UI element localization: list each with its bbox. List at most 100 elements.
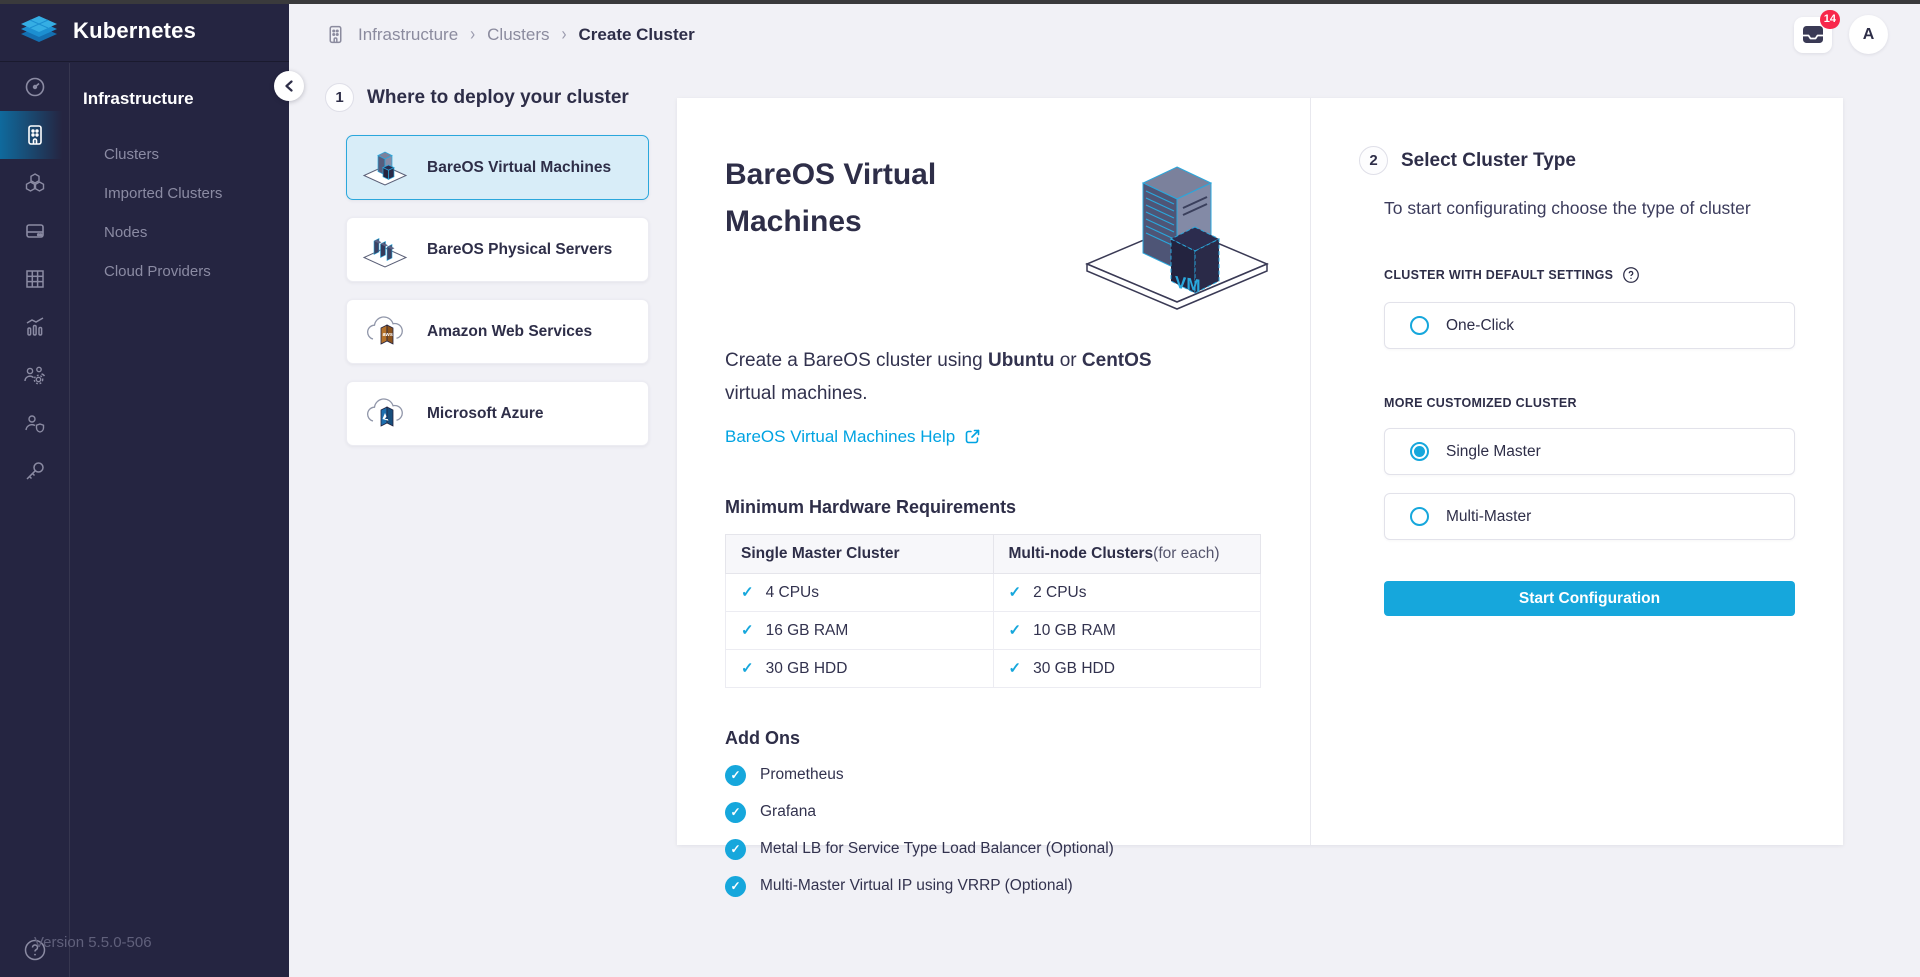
user-shield-icon: [22, 411, 48, 435]
step2-number: 2: [1359, 146, 1388, 175]
hardware-requirements-title: Minimum Hardware Requirements: [725, 497, 1310, 518]
addon-grafana: ✓ Grafana: [725, 802, 1310, 823]
app-title: Kubernetes: [73, 18, 196, 44]
provider-help-link[interactable]: BareOS Virtual Machines Help: [725, 427, 1310, 447]
bareos-physical-icon: [361, 229, 409, 271]
breadcrumb: Infrastructure › Clusters › Create Clust…: [325, 24, 695, 45]
step2-title: Select Cluster Type: [1401, 150, 1576, 172]
external-link-icon: [964, 428, 981, 445]
icon-rail: [0, 63, 70, 977]
step1-header: 1 Where to deploy your cluster: [325, 83, 655, 112]
inbox-icon: [1802, 25, 1824, 44]
rail-item-storage[interactable]: [0, 207, 69, 255]
table-header-single-master: Single Master Cluster: [726, 534, 994, 573]
gauge-icon: [23, 75, 47, 99]
sidebar-item-cloud-providers[interactable]: Cloud Providers: [83, 252, 289, 291]
addons-title: Add Ons: [725, 728, 1310, 749]
drive-icon: [23, 219, 47, 243]
building-icon: [23, 123, 47, 147]
submenu-title: Infrastructure: [83, 89, 289, 109]
default-settings-label: CLUSTER WITH DEFAULT SETTINGS: [1384, 266, 1843, 284]
chevron-right-icon: ›: [470, 24, 475, 44]
rail-item-dashboard[interactable]: [0, 63, 69, 111]
breadcrumb-clusters[interactable]: Clusters: [487, 25, 549, 45]
check-icon: ✓: [1009, 660, 1022, 677]
step2-header: 2 Select Cluster Type: [1359, 146, 1843, 175]
hardware-requirements-table: Single Master Cluster Multi-node Cluster…: [725, 534, 1261, 688]
rail-item-users[interactable]: [0, 399, 69, 447]
avatar[interactable]: A: [1849, 15, 1888, 54]
option-microsoft-azure[interactable]: Microsoft Azure: [346, 381, 649, 446]
option-label: Microsoft Azure: [427, 405, 544, 423]
breadcrumb-infrastructure[interactable]: Infrastructure: [358, 25, 458, 45]
check-icon: ✓: [1009, 584, 1022, 601]
version-label: Version 5.5.0-506: [34, 934, 152, 951]
sidebar-item-nodes[interactable]: Nodes: [83, 213, 289, 252]
help-link-label: BareOS Virtual Machines Help: [725, 427, 955, 447]
check-circle-icon: ✓: [725, 876, 746, 897]
rail-item-workloads[interactable]: [0, 159, 69, 207]
step2-subtitle: To start configurating choose the type o…: [1384, 198, 1843, 219]
table-header-multi-node: Multi-node Clusters(for each): [993, 534, 1261, 573]
check-icon: ✓: [741, 584, 754, 601]
key-icon: [23, 459, 47, 483]
radio-unchecked-icon[interactable]: [1410, 316, 1429, 335]
option-label: BareOS Physical Servers: [427, 241, 612, 259]
option-label: Amazon Web Services: [427, 323, 592, 341]
step1-title: Where to deploy your cluster: [367, 87, 629, 109]
aws-cloud-icon: aws: [361, 311, 409, 353]
option-bareos-virtual-machines[interactable]: BareOS Virtual Machines: [346, 135, 649, 200]
deploy-options: BareOS Virtual Machines BareOS Physical …: [346, 135, 655, 446]
radio-unchecked-icon[interactable]: [1410, 507, 1429, 526]
step1-number: 1: [325, 83, 354, 112]
addon-metal-lb: ✓ Metal LB for Service Type Load Balance…: [725, 839, 1310, 860]
radio-checked-icon[interactable]: [1410, 442, 1429, 461]
table-row: ✓16 GB RAM ✓10 GB RAM: [726, 611, 1261, 649]
sidebar-item-imported-clusters[interactable]: Imported Clusters: [83, 174, 289, 213]
chevron-left-icon: [284, 80, 294, 92]
team-gear-icon: [22, 363, 48, 387]
topbar-actions: 14 A: [1794, 15, 1888, 54]
rail-item-infrastructure[interactable]: [0, 111, 69, 159]
svg-text:aws: aws: [383, 332, 393, 338]
notification-badge: 14: [1820, 10, 1840, 29]
azure-cloud-icon: [361, 393, 409, 435]
option-amazon-web-services[interactable]: aws Amazon Web Services: [346, 299, 649, 364]
check-icon: ✓: [741, 660, 754, 677]
step1-section: 1 Where to deploy your cluster BareOS Vi…: [325, 83, 655, 463]
chevron-right-icon: ›: [562, 24, 567, 44]
bareos-vm-icon: [361, 147, 409, 189]
help-circle-icon[interactable]: [1622, 266, 1640, 284]
sidebar-item-clusters[interactable]: Clusters: [83, 135, 289, 174]
customized-cluster-label: MORE CUSTOMIZED CLUSTER: [1384, 396, 1843, 410]
option-label: BareOS Virtual Machines: [427, 159, 611, 177]
cluster-type-multi-master[interactable]: Multi-Master: [1384, 493, 1795, 540]
option-bareos-physical-servers[interactable]: BareOS Physical Servers: [346, 217, 649, 282]
addon-vrrp: ✓ Multi-Master Virtual IP using VRRP (Op…: [725, 876, 1310, 897]
check-circle-icon: ✓: [725, 802, 746, 823]
browser-top-edge: [0, 0, 1920, 4]
provider-detail-panel: BareOS Virtual Machines: [677, 98, 1310, 845]
cluster-type-one-click[interactable]: One-Click: [1384, 302, 1795, 349]
notifications-button[interactable]: 14: [1794, 17, 1832, 53]
rail-item-keys[interactable]: [0, 447, 69, 495]
rail-item-teams[interactable]: [0, 351, 69, 399]
table-row: ✓4 CPUs ✓2 CPUs: [726, 573, 1261, 611]
svg-text:VM: VM: [1175, 273, 1200, 296]
cluster-type-single-master[interactable]: Single Master: [1384, 428, 1795, 475]
check-circle-icon: ✓: [725, 839, 746, 860]
create-cluster-card: BareOS Virtual Machines: [677, 98, 1843, 845]
building-small-icon: [325, 24, 346, 45]
check-icon: ✓: [1009, 622, 1022, 639]
kubernetes-layers-icon: [18, 14, 60, 48]
rail-item-monitoring[interactable]: [0, 303, 69, 351]
rail-item-tables[interactable]: [0, 255, 69, 303]
app-logo[interactable]: Kubernetes: [0, 0, 289, 62]
vm-illustration: VM: [1077, 130, 1277, 310]
provider-description: Create a BareOS cluster using Ubuntu or …: [725, 344, 1195, 411]
sidebar-collapse-button[interactable]: [274, 71, 304, 101]
start-configuration-button[interactable]: Start Configuration: [1384, 581, 1795, 616]
cubes-icon: [23, 171, 47, 195]
check-icon: ✓: [741, 622, 754, 639]
check-circle-icon: ✓: [725, 765, 746, 786]
